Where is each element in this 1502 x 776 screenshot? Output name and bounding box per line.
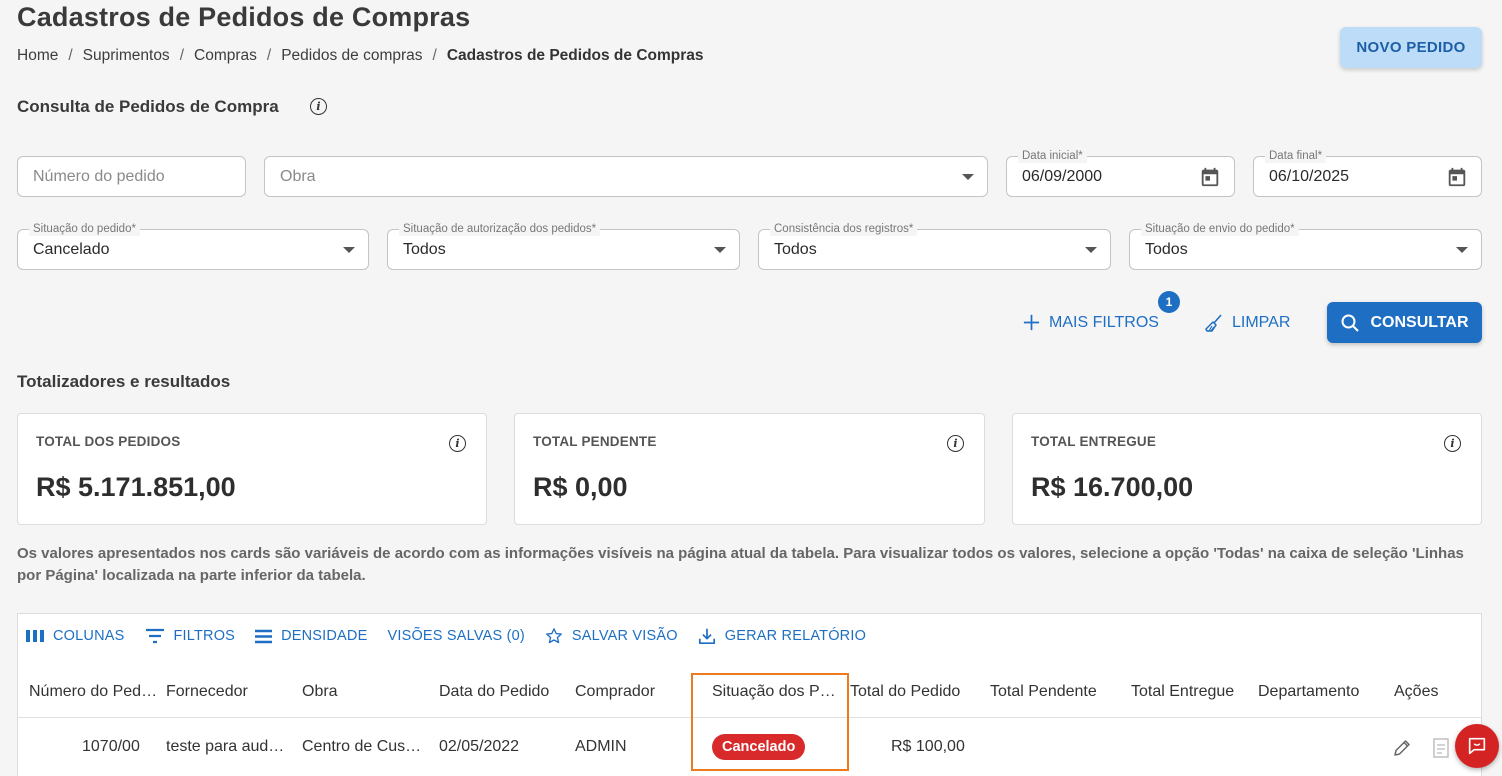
order-number-input[interactable]: Número do pedido xyxy=(17,156,246,197)
cell-number: 1070/00 xyxy=(82,738,140,755)
card-label: TOTAL PENDENTE xyxy=(533,434,657,449)
chat-button[interactable] xyxy=(1455,724,1499,768)
breadcrumb-home[interactable]: Home xyxy=(17,47,58,65)
clear-button[interactable]: LIMPAR xyxy=(1204,313,1290,333)
chevron-down-icon xyxy=(714,247,726,253)
column-header-pending[interactable]: Total Pendente xyxy=(990,683,1097,701)
star-icon xyxy=(545,628,562,644)
cell-buyer: ADMIN xyxy=(575,738,627,755)
plus-icon xyxy=(1023,314,1040,331)
column-header-obra[interactable]: Obra xyxy=(302,683,338,701)
breadcrumb-pedidos[interactable]: Pedidos de compras xyxy=(281,47,422,65)
total-delivered-card: TOTAL ENTREGUE R$ 16.700,00 i xyxy=(1012,413,1482,525)
new-order-button[interactable]: NOVO PEDIDO xyxy=(1340,27,1482,68)
end-date-field[interactable]: Data final* 06/10/2025 xyxy=(1253,149,1482,197)
card-label: TOTAL ENTREGUE xyxy=(1031,434,1157,449)
columns-button[interactable]: COLUNAS xyxy=(26,628,125,644)
search-button[interactable]: CONSULTAR xyxy=(1327,302,1482,343)
generate-report-button[interactable]: GERAR RELATÓRIO xyxy=(698,627,866,645)
column-header-department[interactable]: Departamento xyxy=(1258,683,1359,701)
breadcrumb-separator: / xyxy=(179,47,184,64)
total-orders-card: TOTAL DOS PEDIDOS R$ 5.171.851,00 i xyxy=(17,413,487,525)
cell-total: R$ 100,00 xyxy=(891,738,965,755)
column-header-buyer[interactable]: Comprador xyxy=(575,683,655,701)
card-value: R$ 16.700,00 xyxy=(1031,472,1194,502)
authorization-status-select[interactable]: Situação de autorização dos pedidos* Tod… xyxy=(387,222,740,270)
column-header-supplier[interactable]: Fornecedor xyxy=(166,683,248,701)
cell-supplier: teste para aud… xyxy=(166,738,285,755)
card-value: R$ 0,00 xyxy=(533,472,628,502)
document-icon[interactable] xyxy=(1433,738,1449,758)
start-date-field[interactable]: Data inicial* 06/09/2000 xyxy=(1006,149,1235,197)
info-icon[interactable]: i xyxy=(947,435,964,452)
edit-icon[interactable] xyxy=(1391,737,1411,759)
send-status-select[interactable]: Situação de envio do pedido* Todos xyxy=(1129,222,1482,270)
download-icon xyxy=(698,628,715,645)
info-icon[interactable]: i xyxy=(449,435,466,452)
save-view-button[interactable]: SALVAR VISÃO xyxy=(545,627,678,645)
status-column-highlight xyxy=(691,673,849,771)
filters-button[interactable]: FILTROS xyxy=(145,628,236,644)
filter-icon xyxy=(145,628,164,644)
column-header-actions: Ações xyxy=(1394,683,1439,700)
order-status-select[interactable]: Situação do pedido* Cancelado xyxy=(17,222,369,270)
info-icon[interactable]: i xyxy=(310,98,327,115)
totals-section-title: Totalizadores e resultados xyxy=(17,372,231,391)
chevron-down-icon xyxy=(962,174,974,180)
breadcrumb-separator: / xyxy=(432,47,437,64)
cell-date: 02/05/2022 xyxy=(439,738,520,755)
breadcrumb-separator: / xyxy=(266,47,272,64)
cell-obra: Centro de Cus… xyxy=(302,738,422,755)
chevron-down-icon xyxy=(1085,247,1097,253)
calendar-icon[interactable] xyxy=(1199,166,1221,188)
card-label: TOTAL DOS PEDIDOS xyxy=(36,434,181,449)
density-icon xyxy=(255,629,273,643)
breadcrumb: Home / Suprimentos / Compras / Pedidos de c… xyxy=(17,47,704,65)
breadcrumb-current: Cadastros de Pedidos de Compras xyxy=(446,47,704,64)
chevron-down-icon xyxy=(1456,247,1468,253)
column-header-date[interactable]: Data do Pedido xyxy=(439,683,549,701)
table-toolbar: COLUNAS FILTROS DENSIDADE VISÕES SALVAS … xyxy=(26,627,866,645)
saved-views-button[interactable]: VISÕES SALVAS (0) xyxy=(387,628,524,644)
density-button[interactable]: DENSIDADE xyxy=(255,628,367,644)
columns-icon xyxy=(26,630,44,642)
search-icon xyxy=(1341,314,1360,332)
broom-icon xyxy=(1205,314,1222,332)
obra-select[interactable]: Obra xyxy=(264,156,988,197)
chat-icon xyxy=(1468,737,1486,755)
column-header-total[interactable]: Total do Pedido xyxy=(850,683,960,701)
breadcrumb-suprimentos[interactable]: Suprimentos xyxy=(83,47,170,65)
filter-count-badge: 1 xyxy=(1158,291,1180,313)
breadcrumb-separator: / xyxy=(68,47,73,64)
column-header-delivered[interactable]: Total Entregue xyxy=(1131,683,1234,701)
orders-table: COLUNAS FILTROS DENSIDADE VISÕES SALVAS … xyxy=(17,613,1482,776)
calendar-icon[interactable] xyxy=(1446,166,1468,188)
card-value: R$ 5.171.851,00 xyxy=(36,472,236,502)
filters-section-title: Consulta de Pedidos de Compra xyxy=(17,97,279,116)
column-header-number[interactable]: Número do Ped… xyxy=(29,683,157,701)
consistency-select[interactable]: Consistência dos registros* Todos xyxy=(758,222,1111,270)
more-filters-button[interactable]: MAIS FILTROS xyxy=(1022,313,1159,332)
total-pending-card: TOTAL PENDENTE R$ 0,00 i xyxy=(514,413,985,525)
breadcrumb-compras[interactable]: Compras xyxy=(194,47,257,65)
page-title: Cadastros de Pedidos de Compras xyxy=(17,2,471,32)
totals-note: Os valores apresentados nos cards são va… xyxy=(17,545,1464,584)
info-icon[interactable]: i xyxy=(1444,435,1461,452)
chevron-down-icon xyxy=(343,247,355,253)
